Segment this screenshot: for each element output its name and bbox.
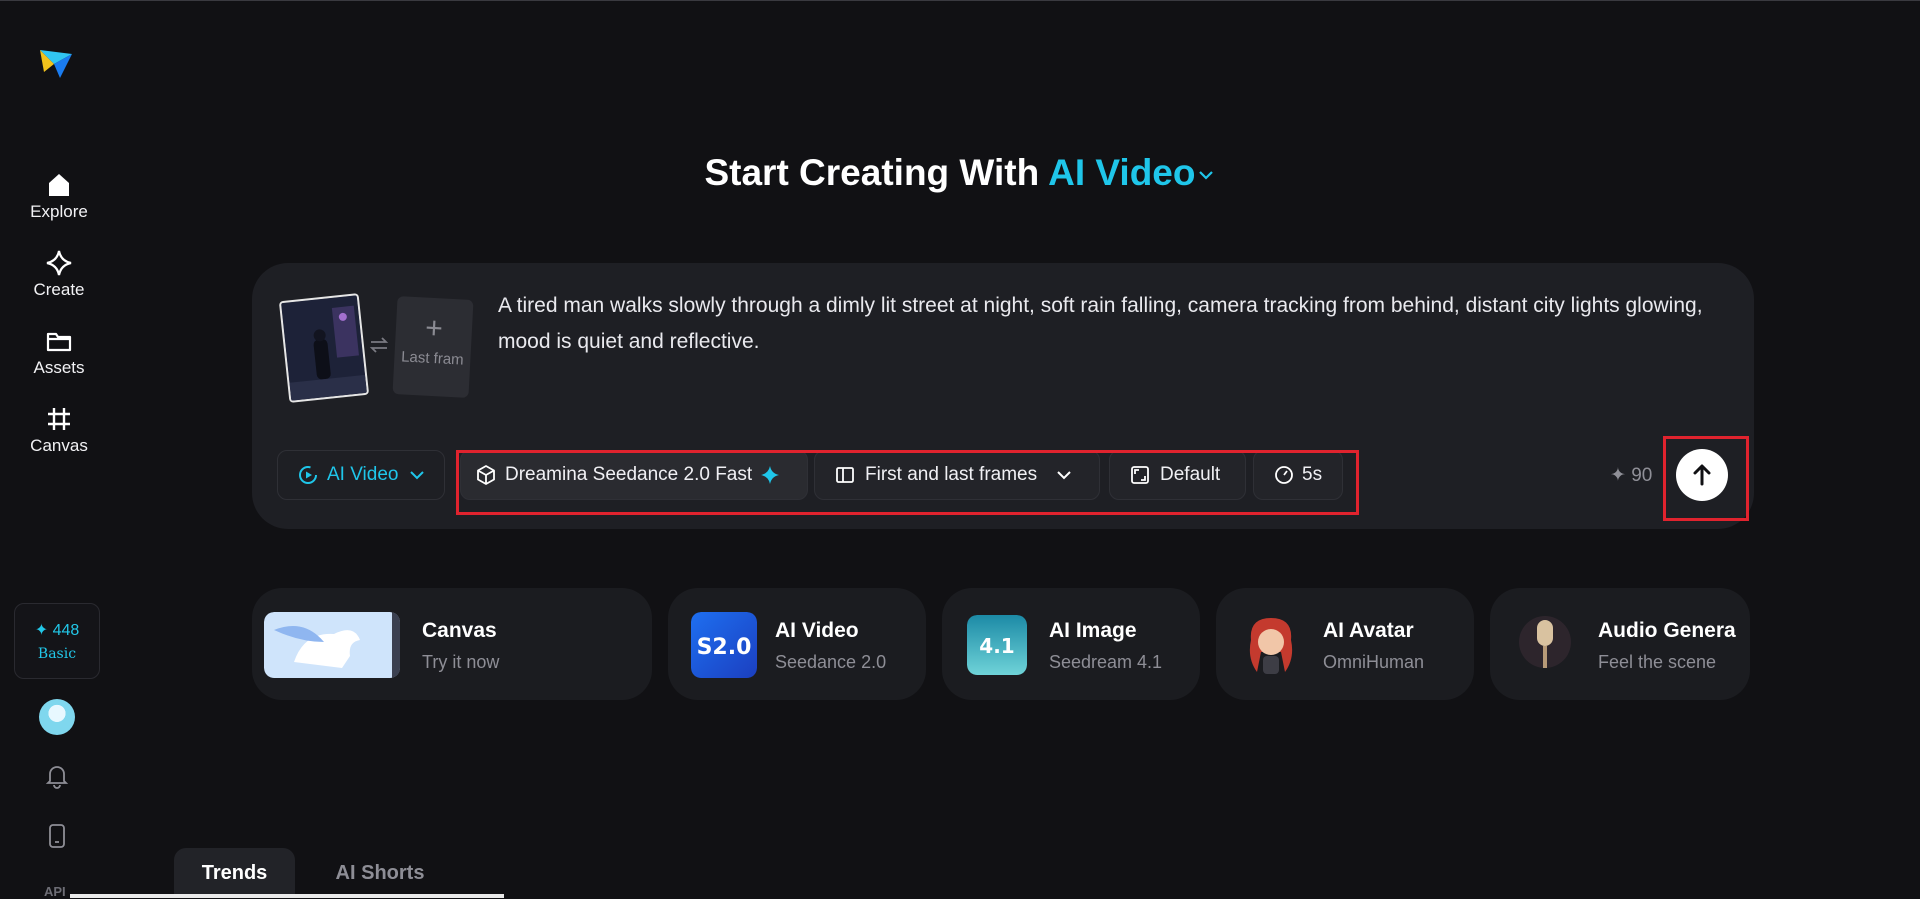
avatar-character-icon bbox=[1249, 618, 1293, 674]
feature-card-ai-image[interactable]: 4.1 AI Image Seedream 4.1 bbox=[942, 588, 1200, 700]
sidebar-item-assets[interactable]: Assets bbox=[0, 326, 118, 378]
bell-icon[interactable] bbox=[43, 762, 71, 790]
night-street-image bbox=[281, 295, 367, 401]
mode-selector[interactable]: AI Video bbox=[1048, 152, 1215, 193]
swap-icon[interactable] bbox=[368, 334, 390, 356]
sidebar-item-label: Create bbox=[33, 280, 85, 299]
plan-label: Basic bbox=[37, 646, 77, 662]
api-link[interactable]: API bbox=[44, 884, 66, 899]
page-title: Start Creating With AI Video bbox=[0, 152, 1920, 194]
chevron-down-icon bbox=[1198, 171, 1213, 180]
tab-trends[interactable]: Trends bbox=[174, 848, 295, 898]
sidebar-item-label: Assets bbox=[33, 358, 85, 377]
title-prefix: Start Creating With bbox=[704, 152, 1040, 193]
card-art-text: S2.0 bbox=[697, 635, 752, 660]
scroll-indicator bbox=[70, 894, 504, 898]
last-frame-upload[interactable]: + Last fram bbox=[392, 296, 474, 398]
sidebar-item-label: Explore bbox=[30, 202, 88, 221]
mode-label: AI Video bbox=[327, 464, 399, 485]
sidebar-item-create[interactable]: Create bbox=[0, 248, 118, 300]
first-frame-thumbnail[interactable] bbox=[278, 293, 370, 403]
plus-icon: + bbox=[424, 311, 444, 346]
card-subtitle: Feel the scene bbox=[1598, 652, 1717, 672]
card-title: Audio Genera bbox=[1598, 619, 1736, 642]
pegasus-icon bbox=[264, 612, 400, 678]
card-subtitle: Seedream 4.1 bbox=[1049, 652, 1163, 672]
card-subtitle: OmniHuman bbox=[1323, 652, 1425, 672]
sparkle-diamond-icon bbox=[46, 250, 72, 276]
card-art-text: 4.1 bbox=[979, 634, 1014, 658]
card-subtitle: Seedance 2.0 bbox=[775, 652, 887, 672]
feature-card-ai-video[interactable]: S2.0 AI Video Seedance 2.0 bbox=[668, 588, 926, 700]
title-accent: AI Video bbox=[1048, 152, 1196, 193]
top-border bbox=[0, 0, 1920, 1]
card-title: AI Video bbox=[775, 619, 859, 642]
avatar[interactable] bbox=[39, 699, 75, 735]
credits-badge[interactable]: ✦ 448 Basic bbox=[14, 603, 100, 679]
generation-cost: ✦ 90 bbox=[1610, 465, 1653, 486]
feature-card-audio[interactable]: Audio Genera Feel the scene bbox=[1490, 588, 1750, 700]
crop-canvas-icon bbox=[48, 408, 70, 430]
card-title: Canvas bbox=[422, 619, 497, 642]
microphone-icon bbox=[1519, 616, 1571, 668]
highlight-box-settings bbox=[456, 450, 1359, 515]
credits-count: ✦ 448 bbox=[34, 622, 80, 639]
card-title: AI Image bbox=[1049, 619, 1137, 642]
folder-icon bbox=[46, 332, 72, 352]
seedance-icon: S2.0 bbox=[691, 612, 757, 678]
tab-ai-shorts[interactable]: AI Shorts bbox=[318, 848, 442, 898]
last-frame-placeholder: Last fram bbox=[400, 348, 465, 369]
highlight-box-submit bbox=[1663, 436, 1749, 521]
credits-value: 448 bbox=[52, 622, 80, 639]
chevron-down-icon bbox=[410, 471, 425, 480]
seedream-icon: 4.1 bbox=[967, 615, 1027, 675]
video-play-icon bbox=[299, 466, 317, 484]
phone-icon[interactable] bbox=[43, 822, 71, 850]
sidebar: Explore Create Assets Canvas ✦ 448 Basic… bbox=[0, 0, 118, 899]
sidebar-item-canvas[interactable]: Canvas bbox=[0, 404, 118, 456]
mode-dropdown[interactable]: AI Video bbox=[277, 450, 445, 500]
prompt-input[interactable]: A tired man walks slowly through a dimly… bbox=[498, 288, 1720, 360]
sidebar-item-label: Canvas bbox=[30, 436, 88, 455]
cost-value: 90 bbox=[1631, 465, 1653, 486]
card-title: AI Avatar bbox=[1323, 619, 1414, 642]
card-subtitle: Try it now bbox=[422, 652, 500, 672]
feature-card-canvas[interactable]: Canvas Try it now bbox=[252, 588, 652, 700]
feature-card-ai-avatar[interactable]: AI Avatar OmniHuman bbox=[1216, 588, 1474, 700]
app-logo[interactable] bbox=[36, 40, 76, 80]
